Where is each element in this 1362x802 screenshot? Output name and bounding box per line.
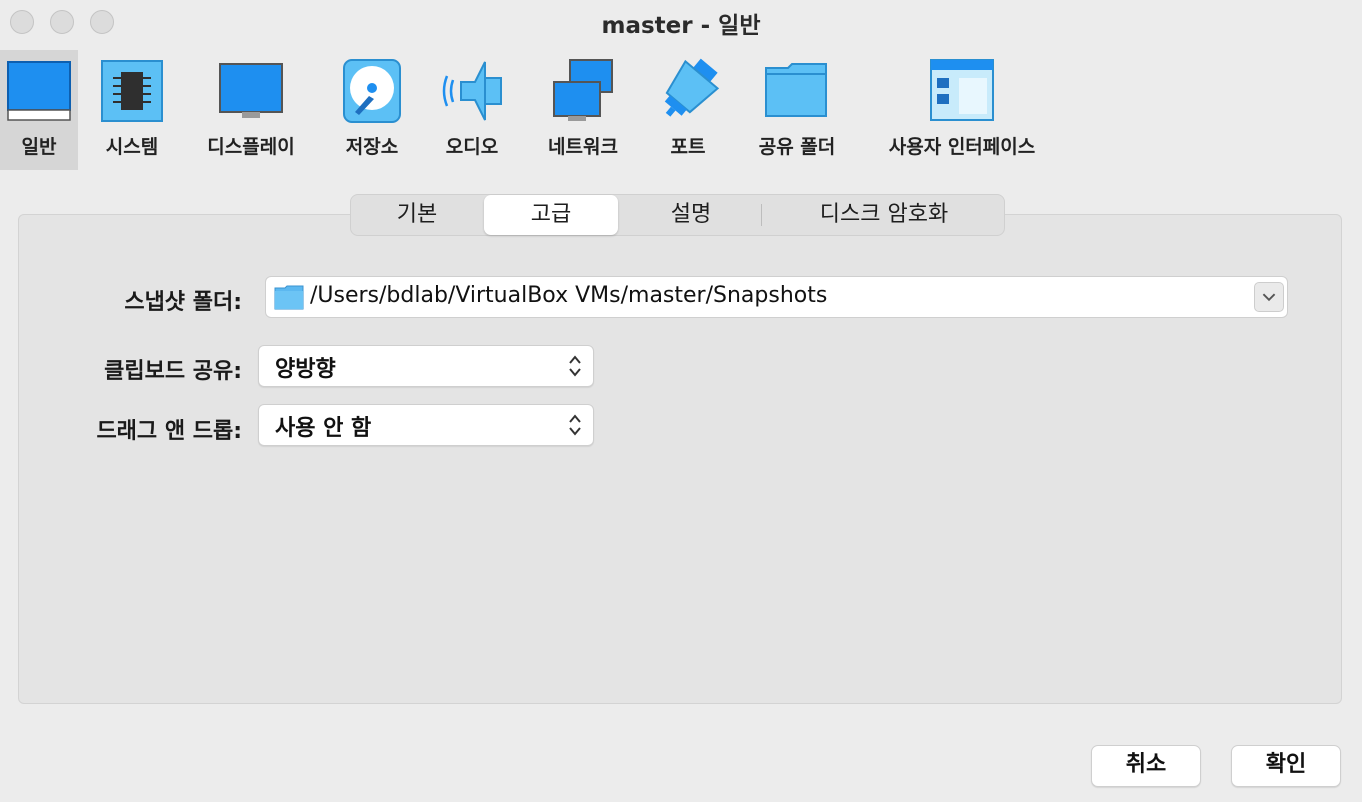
speaker-icon (442, 61, 502, 121)
toolbar-item-shared-folders[interactable]: 공유 폴더 (748, 50, 846, 170)
window-title: master - 일반 (601, 13, 761, 39)
toolbar-item-system[interactable]: 시스템 (92, 50, 172, 170)
drag-drop-label: 드래그 앤 드롭: (96, 419, 242, 444)
snapshot-folder-selector[interactable]: /Users/bdlab/VirtualBox VMs/master/Snaps… (265, 276, 1288, 318)
clipboard-select[interactable]: 양방향 (258, 345, 594, 387)
toolbar-item-storage[interactable]: 저장소 (334, 50, 410, 170)
toolbar-item-general[interactable]: 일반 (0, 50, 78, 170)
monitor-icon (219, 63, 283, 118)
clipboard-label: 클립보드 공유: (104, 359, 242, 384)
chevron-down-icon (1262, 293, 1276, 302)
drag-drop-select[interactable]: 사용 안 함 (258, 404, 594, 446)
toolbar-item-ports[interactable]: 포트 (652, 50, 724, 170)
serial-port-icon (664, 58, 720, 117)
tab-advanced[interactable]: 고급 (484, 195, 618, 235)
toolbar-label: 네트워크 (548, 136, 618, 158)
snapshot-folder-label: 스냅샷 폴더: (124, 290, 242, 315)
ok-button[interactable]: 확인 (1231, 745, 1341, 787)
cancel-button[interactable]: 취소 (1091, 745, 1201, 787)
snapshot-folder-dropdown-button[interactable] (1254, 282, 1284, 312)
toolbar-item-audio[interactable]: 오디오 (434, 50, 510, 170)
toolbar-label: 오디오 (445, 136, 499, 158)
toolbar-label: 시스템 (105, 136, 159, 158)
toolbar-label: 일반 (21, 136, 57, 158)
toolbar-item-display[interactable]: 디스플레이 (196, 50, 306, 170)
drag-drop-value: 사용 안 함 (275, 416, 372, 441)
tab-description[interactable]: 설명 (621, 195, 761, 235)
toolbar-label: 공유 폴더 (758, 136, 836, 158)
disk-icon (343, 59, 401, 123)
toolbar-label: 포트 (670, 136, 706, 158)
toolbar-label: 사용자 인터페이스 (888, 136, 1036, 158)
shared-folder-icon (765, 63, 827, 117)
tab-basic[interactable]: 기본 (351, 195, 483, 235)
folder-icon (274, 285, 304, 310)
network-icon (553, 59, 613, 121)
updown-arrows-icon (569, 355, 581, 377)
updown-arrows-icon (569, 414, 581, 436)
user-interface-icon (930, 59, 994, 121)
general-icon (7, 61, 71, 121)
title-bar: master - 일반 (0, 0, 1362, 44)
tab-disk-encryption[interactable]: 디스크 암호화 (763, 195, 1005, 235)
settings-toolbar: 일반 시스템 디스플레이 저장소 오디오 네트워크 포트 공유 폴더 사용자 인… (0, 44, 1362, 170)
toolbar-label: 저장소 (345, 136, 399, 158)
clipboard-value: 양방향 (275, 357, 336, 382)
toolbar-item-network[interactable]: 네트워크 (536, 50, 630, 170)
snapshot-folder-path: /Users/bdlab/VirtualBox VMs/master/Snaps… (310, 283, 828, 308)
toolbar-label: 디스플레이 (207, 136, 295, 158)
toolbar-item-user-interface[interactable]: 사용자 인터페이스 (872, 50, 1052, 170)
tab-separator (761, 204, 762, 226)
tab-bar: 기본 고급 설명 디스크 암호화 (350, 194, 1005, 236)
chip-icon (101, 60, 163, 122)
